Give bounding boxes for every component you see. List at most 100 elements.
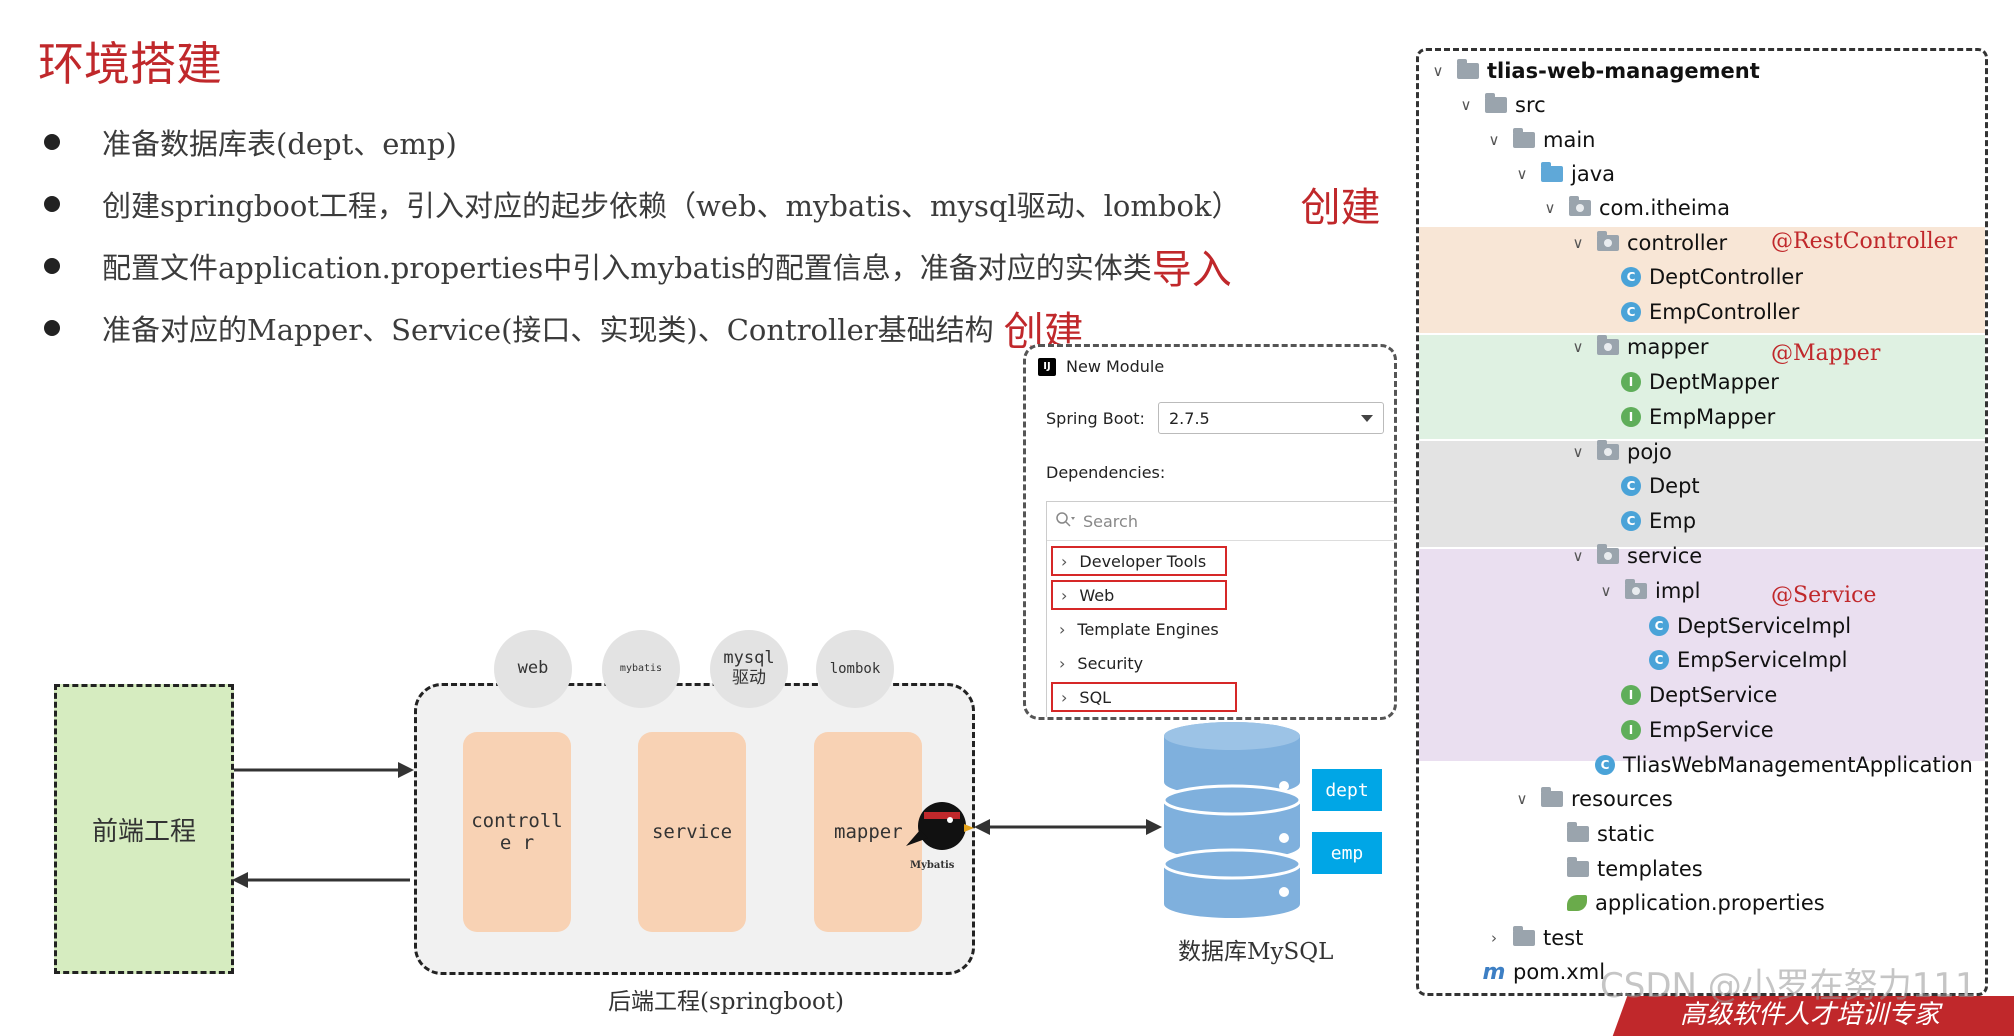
chevron-down-icon: ∨ xyxy=(1600,582,1612,600)
tree-node-label: test xyxy=(1543,926,1584,950)
source-folder-icon xyxy=(1541,162,1563,182)
tree-node-dept-controller[interactable]: C DeptController xyxy=(1621,260,1803,294)
class-icon: C xyxy=(1621,302,1641,322)
table-dept-tag: dept xyxy=(1312,769,1382,811)
bullet-text: 创建springboot工程，引入对应的起步依赖（web、mybatis、mys… xyxy=(102,189,1241,223)
tree-node-label: static xyxy=(1597,822,1655,846)
database-icon xyxy=(1162,722,1302,918)
package-icon xyxy=(1625,579,1647,599)
search-icon xyxy=(1055,511,1075,531)
tree-node-label: resources xyxy=(1571,787,1673,811)
controller-annotation: @RestController xyxy=(1771,229,1958,254)
maven-icon: m xyxy=(1482,959,1506,985)
tree-node-static[interactable]: static xyxy=(1567,817,1655,851)
tree-node-mapper[interactable]: ∨ mapper xyxy=(1567,330,1709,364)
tree-node-dept[interactable]: C Dept xyxy=(1621,469,1700,503)
folder-icon xyxy=(1567,857,1589,877)
bullet-item: 创建springboot工程，引入对应的起步依赖（web、mybatis、mys… xyxy=(44,174,1381,234)
dependency-label: Template Engines xyxy=(1077,619,1219,639)
search-placeholder: Search xyxy=(1083,511,1138,531)
tree-node-test[interactable]: › test xyxy=(1483,921,1583,955)
chevron-right-icon: › xyxy=(1059,619,1066,639)
bullet-item: 准备数据库表(dept、emp) xyxy=(44,112,457,172)
tree-node-label: controller xyxy=(1627,231,1728,255)
tree-node-dept-service-impl[interactable]: C DeptServiceImpl xyxy=(1649,609,1851,643)
spring-boot-version-select[interactable]: 2.7.5 xyxy=(1158,402,1384,434)
tree-node-label: EmpServiceImpl xyxy=(1677,648,1848,672)
tree-node-label: DeptMapper xyxy=(1649,370,1779,394)
tree-node-label: EmpController xyxy=(1649,300,1800,324)
tree-node-pom[interactable]: m pom.xml xyxy=(1482,955,1606,989)
tree-node-label: impl xyxy=(1655,579,1701,603)
tree-node-emp-mapper[interactable]: I EmpMapper xyxy=(1621,400,1775,434)
module-folder-icon xyxy=(1457,59,1479,79)
spring-properties-icon xyxy=(1567,895,1587,911)
dependency-search[interactable]: Search xyxy=(1047,502,1394,541)
tree-node-application[interactable]: C TliasWebManagementApplication xyxy=(1595,748,1973,782)
spring-boot-version-value: 2.7.5 xyxy=(1169,408,1210,428)
folder-icon xyxy=(1513,926,1535,946)
dependency-sql[interactable]: › SQL xyxy=(1051,682,1237,712)
tree-node-dept-mapper[interactable]: I DeptMapper xyxy=(1621,365,1779,399)
chevron-down-icon: ∨ xyxy=(1544,199,1556,217)
tree-node-templates[interactable]: templates xyxy=(1567,852,1703,886)
tree-node-dept-service[interactable]: I DeptService xyxy=(1621,678,1777,712)
tree-node-pojo[interactable]: ∨ pojo xyxy=(1567,435,1672,469)
chevron-down-icon: ∨ xyxy=(1460,96,1472,114)
resources-folder-icon xyxy=(1541,787,1563,807)
chevron-down-icon: ∨ xyxy=(1488,131,1500,149)
tree-node-root[interactable]: ∨ tlias-web-management xyxy=(1427,54,1760,88)
bullet-item: 准备对应的Mapper、Service(接口、实现类)、Controller基础… xyxy=(44,298,1084,358)
backend-db-arrow xyxy=(974,819,1162,835)
dependencies-label: Dependencies: xyxy=(1046,463,1166,482)
tree-node-resources[interactable]: ∨ resources xyxy=(1511,782,1673,816)
dependency-web[interactable]: › Web xyxy=(1051,580,1227,610)
tree-node-impl[interactable]: ∨ impl xyxy=(1595,574,1700,608)
mapper-annotation: @Mapper xyxy=(1771,341,1881,366)
chevron-right-icon: › xyxy=(1061,687,1068,707)
bullet-text: 准备对应的Mapper、Service(接口、实现类)、Controller基础… xyxy=(102,313,994,347)
package-icon xyxy=(1597,335,1619,355)
new-module-dialog: IJ New Module Spring Boot: 2.7.5 Depende… xyxy=(1023,344,1397,720)
tree-node-emp-service-impl[interactable]: C EmpServiceImpl xyxy=(1649,643,1847,677)
chevron-down-icon: ∨ xyxy=(1516,165,1528,183)
tree-node-src[interactable]: ∨ src xyxy=(1455,88,1546,122)
tree-node-application-properties[interactable]: application.properties xyxy=(1567,886,1825,920)
tree-node-label: main xyxy=(1543,128,1596,152)
interface-icon: I xyxy=(1621,372,1641,392)
watermark: CSDN @小罗在努力111 xyxy=(1600,966,1977,1006)
tree-node-emp-service[interactable]: I EmpService xyxy=(1621,713,1774,747)
project-tree: ∨ tlias-web-management ∨ src ∨ main ∨ ja… xyxy=(1416,48,1988,996)
dependency-developer-tools[interactable]: › Developer Tools xyxy=(1051,546,1227,576)
package-icon xyxy=(1569,196,1591,216)
tree-node-main[interactable]: ∨ main xyxy=(1483,123,1595,157)
frontend-box: 前端工程 xyxy=(54,684,234,974)
dialog-title: New Module xyxy=(1066,357,1165,376)
tree-node-label: Emp xyxy=(1649,509,1697,533)
bullet-item: 配置文件application.properties中引入mybatis的配置信… xyxy=(44,236,1232,296)
pojo-band xyxy=(1419,441,1985,547)
tree-node-label: templates xyxy=(1597,857,1703,881)
tree-node-package[interactable]: ∨ com.itheima xyxy=(1539,191,1730,225)
tree-node-emp-controller[interactable]: C EmpController xyxy=(1621,295,1799,329)
chevron-right-icon: › xyxy=(1491,929,1497,947)
bullet-dot xyxy=(44,258,60,274)
chevron-down-icon: ∨ xyxy=(1572,234,1584,252)
tree-node-controller[interactable]: ∨ controller xyxy=(1567,226,1727,260)
tree-node-label: com.itheima xyxy=(1599,196,1730,220)
dependency-security[interactable]: › Security xyxy=(1051,648,1143,678)
dependency-template-engines[interactable]: › Template Engines xyxy=(1051,614,1219,644)
frontend-label: 前端工程 xyxy=(91,816,196,847)
bullet-dot xyxy=(44,196,60,212)
tree-node-java[interactable]: ∨ java xyxy=(1511,157,1615,191)
bullet-dot xyxy=(44,320,60,336)
chevron-down-icon: ∨ xyxy=(1432,62,1444,80)
tree-node-service[interactable]: ∨ service xyxy=(1567,539,1702,573)
class-icon: C xyxy=(1621,476,1641,496)
class-icon: C xyxy=(1649,616,1669,636)
tree-node-emp[interactable]: C Emp xyxy=(1621,504,1696,538)
spring-boot-label: Spring Boot: xyxy=(1046,409,1145,428)
package-icon xyxy=(1597,231,1619,251)
bullet-tag: 导入 xyxy=(1151,247,1232,293)
chevron-down-icon xyxy=(1361,415,1373,422)
